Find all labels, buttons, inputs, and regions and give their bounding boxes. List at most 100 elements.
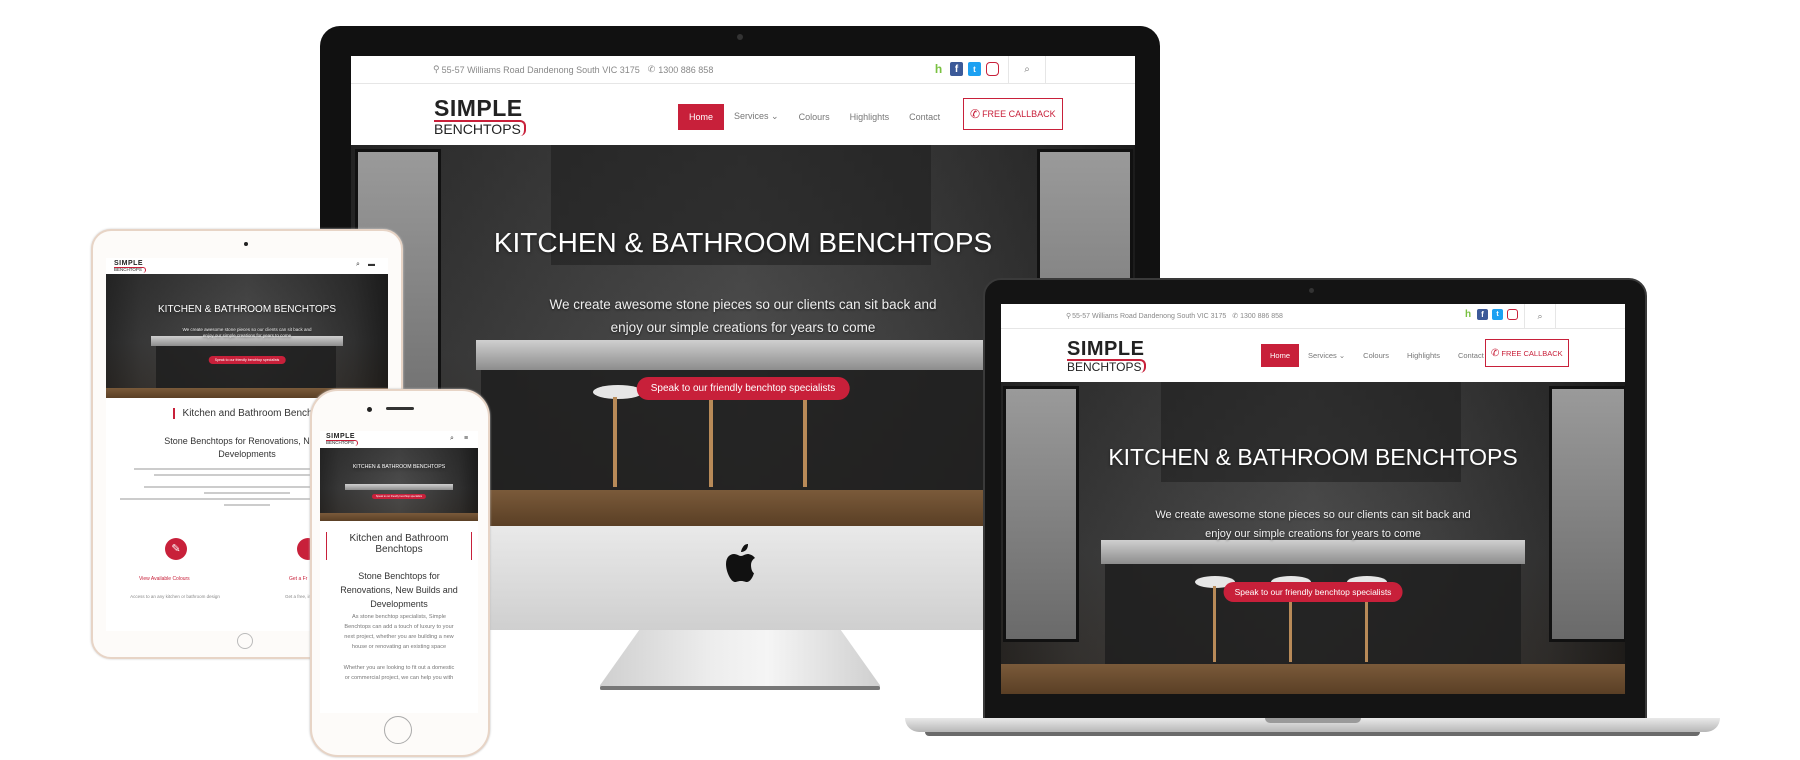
laptop-hero-subtitle-line2: enjoy our simple creations for years to … xyxy=(1205,528,1421,540)
main-menu: Home Services ⌄ Colours Highlights Conta… xyxy=(678,103,950,130)
tablet-link-colours[interactable]: View Available Colours xyxy=(139,576,190,582)
phone-subheading-line3: Developments xyxy=(370,599,428,609)
twitter-icon[interactable]: t xyxy=(1492,309,1503,320)
topbar-phone[interactable]: 1300 886 858 xyxy=(658,65,713,75)
callback-label: FREE CALLBACK xyxy=(982,109,1056,119)
laptop-device: ⚲ 55-57 Williams Road Dandenong South VI… xyxy=(905,278,1720,740)
twitter-icon[interactable]: t xyxy=(968,62,981,76)
phone-paragraph-1-line3: next project, whether you are building a… xyxy=(344,634,454,640)
nav-home[interactable]: Home xyxy=(678,103,725,130)
laptop-topbar: ⚲ 55-57 Williams Road Dandenong South VI… xyxy=(1001,304,1625,329)
tablet-hero-subtitle-line1: We create awesome stone pieces so our cl… xyxy=(182,327,312,332)
hamburger-icon[interactable]: ≡ xyxy=(464,435,468,442)
tablet-text-line xyxy=(204,492,290,494)
phone-home-button[interactable] xyxy=(384,716,412,744)
tablet-section-title-text: Kitchen and Bathroom Benchto xyxy=(182,408,321,420)
phone-speaker xyxy=(386,407,414,410)
laptop-main-menu: Home Services ⌄ Colours Highlights Conta… xyxy=(1261,344,1493,367)
phone-icon: ✆ xyxy=(647,64,656,74)
logo-line1: SIMPLE xyxy=(434,95,523,121)
phone-navbar: SIMPLE BENCHTOPS ⌕ ≡ xyxy=(320,431,478,449)
topbar-address: 55-57 Williams Road Dandenong South VIC … xyxy=(441,64,640,75)
free-callback-button[interactable]: ✆ FREE CALLBACK xyxy=(1485,339,1569,367)
tablet-home-button[interactable] xyxy=(237,633,253,649)
tablet-logo-line1: SIMPLE xyxy=(114,260,144,267)
search-icon[interactable]: ⌕ xyxy=(356,261,360,269)
nav-colours[interactable]: Colours xyxy=(1354,344,1398,367)
nav-colours[interactable]: Colours xyxy=(789,104,840,130)
search-icon[interactable]: ⌕ xyxy=(1524,304,1556,328)
nav-services[interactable]: Services ⌄ xyxy=(1299,344,1354,367)
houzz-icon[interactable]: h xyxy=(932,62,945,76)
laptop-notch xyxy=(1265,718,1361,723)
phone-icon: ✆ xyxy=(1232,313,1239,320)
facebook-icon[interactable]: f xyxy=(1477,309,1488,320)
nav-contact[interactable]: Contact xyxy=(899,104,950,130)
phone-screen: SIMPLE BENCHTOPS ⌕ ≡ KITCHEN & BATHROOM … xyxy=(320,431,478,713)
tablet-link-quote[interactable]: Get a Fr xyxy=(289,576,307,582)
free-callback-button[interactable]: ✆ FREE CALLBACK xyxy=(963,98,1063,130)
phone-hero-title: KITCHEN & BATHROOM BENCHTOPS xyxy=(352,464,446,470)
cart-icon[interactable]: ▬ xyxy=(368,261,375,268)
chevron-down-icon: ⌄ xyxy=(771,111,779,121)
brush-icon: ✎ xyxy=(165,538,187,560)
phone-section-title-line2: Benchtops xyxy=(375,544,423,555)
site-logo[interactable]: SIMPLE BENCHTOPS xyxy=(434,97,526,136)
nav-home[interactable]: Home xyxy=(1261,344,1300,367)
phone-device: SIMPLE BENCHTOPS ⌕ ≡ KITCHEN & BATHROOM … xyxy=(310,389,490,757)
laptop-camera xyxy=(1309,288,1314,293)
tablet-logo[interactable]: SIMPLE BENCHTOPS xyxy=(114,260,146,273)
phone-section-title-wrap: Kitchen and Bathroom Benchtops xyxy=(326,532,472,560)
phone-logo[interactable]: SIMPLE BENCHTOPS xyxy=(326,433,358,446)
laptop-logo-line1: SIMPLE xyxy=(1067,338,1145,360)
phone-hero: KITCHEN & BATHROOM BENCHTOPS Speak to ou… xyxy=(320,448,478,521)
phone-paragraph-1-line1: As stone benchtop specialists, Simple xyxy=(352,614,446,620)
callback-phone-icon: ✆ xyxy=(970,107,981,121)
nav-highlights[interactable]: Highlights xyxy=(1398,344,1449,367)
laptop-callback-label: FREE CALLBACK xyxy=(1501,348,1563,358)
laptop-topbar-address: 55-57 Williams Road Dandenong South VIC … xyxy=(1072,312,1227,320)
hero-cta-button[interactable]: Speak to our friendly benchtop specialis… xyxy=(636,377,850,400)
laptop-hero-cta[interactable]: Speak to our friendly benchtop specialis… xyxy=(1223,582,1403,602)
tablet-hero-cta[interactable]: Speak to our friendly benchtop specialis… xyxy=(208,356,286,364)
tablet-camera xyxy=(244,242,248,246)
laptop-logo[interactable]: SIMPLE BENCHTOPS xyxy=(1067,338,1147,373)
houzz-icon[interactable]: h xyxy=(1463,309,1473,320)
map-marker-icon: ⚲ xyxy=(433,64,440,74)
tablet-hero-subtitle-line2: enjoy our simple creations for years to … xyxy=(202,333,292,338)
tablet-hero-island xyxy=(156,346,336,388)
phone-subheading-line1: Stone Benchtops for xyxy=(358,571,440,581)
apple-logo-icon xyxy=(724,544,758,584)
phone-paragraph-1-line4: house or renovating an existing space xyxy=(351,644,447,650)
imac-navbar: SIMPLE BENCHTOPS Home Services ⌄ Colours… xyxy=(351,83,1135,146)
laptop-hero: KITCHEN & BATHROOM BENCHTOPS We create a… xyxy=(1001,382,1625,694)
hero-title: KITCHEN & BATHROOM BENCHTOPS xyxy=(493,227,993,258)
tablet-title-bar xyxy=(173,408,175,419)
search-icon[interactable]: ⌕ xyxy=(1008,56,1046,83)
laptop-topbar-phone[interactable]: 1300 886 858 xyxy=(1240,313,1283,320)
hero-island xyxy=(1105,564,1521,664)
laptop-foot xyxy=(925,732,1700,736)
laptop-navbar: SIMPLE BENCHTOPS Home Services ⌄ Colours… xyxy=(1001,328,1625,383)
hero-floor xyxy=(1001,664,1625,694)
phone-paragraph-1-line2: Benchtops can add a touch of luxury to y… xyxy=(344,624,454,630)
laptop-hero-title: KITCHEN & BATHROOM BENCHTOPS xyxy=(1108,444,1518,470)
tablet-logo-line2: BENCHTOPS xyxy=(114,267,146,273)
nav-highlights[interactable]: Highlights xyxy=(840,104,900,130)
search-icon[interactable]: ⌕ xyxy=(450,435,454,443)
nav-services-label: Services xyxy=(734,111,769,121)
phone-logo-line2: BENCHTOPS xyxy=(326,440,358,446)
laptop-hero-subtitle-line1: We create awesome stone pieces so our cl… xyxy=(1155,509,1471,521)
phone-section-title-line1: Kitchen and Bathroom xyxy=(349,533,449,544)
imac-stand-base xyxy=(600,686,880,690)
nav-services-label: Services xyxy=(1308,351,1337,360)
instagram-icon[interactable] xyxy=(1507,309,1518,320)
map-marker-icon: ⚲ xyxy=(1066,313,1072,320)
hero-stool-leg xyxy=(613,397,617,487)
phone-hero-cta[interactable]: Speak to our friendly benchtop specialis… xyxy=(371,494,427,499)
instagram-icon[interactable] xyxy=(986,62,999,76)
laptop-logo-line2: BENCHTOPS xyxy=(1067,359,1147,373)
phone-subheading-line2: Renovations, New Builds and xyxy=(340,585,458,595)
nav-services[interactable]: Services ⌄ xyxy=(724,103,789,130)
facebook-icon[interactable]: f xyxy=(950,62,963,76)
